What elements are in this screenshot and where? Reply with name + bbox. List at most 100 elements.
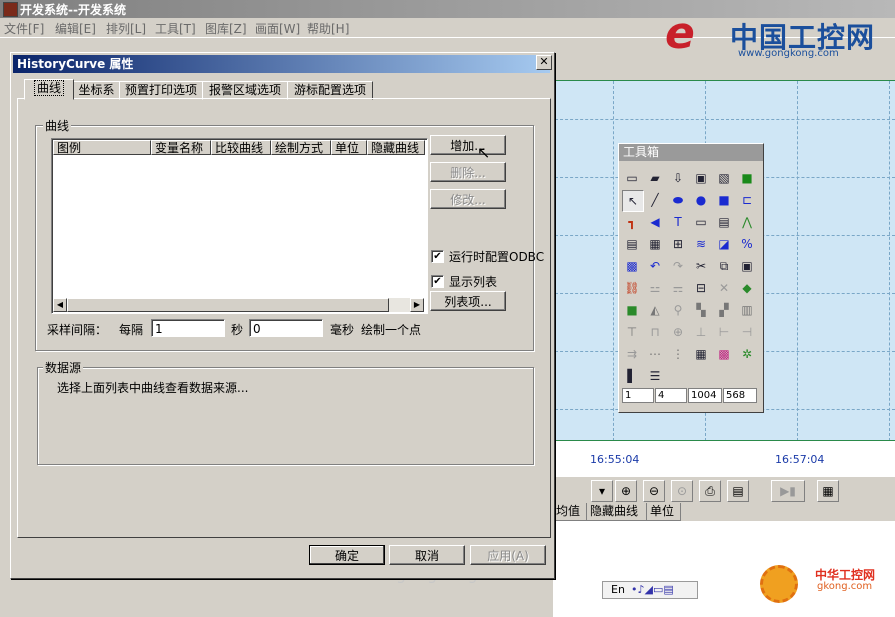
align-icon[interactable]: ⊟ xyxy=(691,278,711,298)
col-legend[interactable]: 图例 xyxy=(53,140,151,155)
dropdown-arrow-icon[interactable]: ▾ xyxy=(591,480,613,502)
mirror-icon[interactable]: ▞ xyxy=(714,300,734,320)
align-right-icon[interactable]: ⊣ xyxy=(737,322,757,342)
menu-help[interactable]: 帮助[H] xyxy=(307,20,349,37)
align-center-icon[interactable]: ⊕ xyxy=(668,322,688,342)
v-dots-icon[interactable]: ⋮ xyxy=(668,344,688,364)
tab-curve[interactable]: 曲线 xyxy=(24,79,74,100)
menu-library[interactable]: 图库[Z] xyxy=(205,20,247,37)
sampling-ms-input[interactable]: 0 xyxy=(249,319,323,337)
toolbox-field-height[interactable]: 568 xyxy=(723,388,757,403)
col-variable-name[interactable]: 变量名称 xyxy=(151,140,211,155)
front-icon[interactable]: ■ xyxy=(622,300,642,320)
cut-icon[interactable]: ✂ xyxy=(691,256,711,276)
toolbox-field-width[interactable]: 1004 xyxy=(688,388,722,403)
line-icon[interactable]: ╱ xyxy=(645,190,665,210)
color-grid-icon[interactable]: ▩ xyxy=(714,344,734,364)
menu-file[interactable]: 文件[F] xyxy=(4,20,44,37)
ime-toolbar[interactable]: En •♪◢▭▤ xyxy=(602,581,698,599)
delete-button[interactable]: 删除... xyxy=(430,162,506,182)
save-icon[interactable]: ▣ xyxy=(691,168,711,188)
pipe-icon[interactable]: ┓ xyxy=(622,212,642,232)
menu-tools[interactable]: 工具[T] xyxy=(155,20,196,37)
circle-icon[interactable]: ● xyxy=(691,190,711,210)
zoom-reset-icon[interactable]: ⊙ xyxy=(671,480,693,502)
zoom-in-icon[interactable]: ⊕ xyxy=(615,480,637,502)
report-icon[interactable]: ■ xyxy=(737,168,757,188)
image-icon[interactable]: ▧ xyxy=(714,168,734,188)
ok-button[interactable]: 确定 xyxy=(309,545,385,565)
same-width-icon[interactable]: ⇉ xyxy=(622,344,642,364)
meter-icon[interactable]: ▤ xyxy=(714,212,734,232)
back-icon[interactable]: ◭ xyxy=(645,300,665,320)
h-dots-icon[interactable]: ⋯ xyxy=(645,344,665,364)
polyline-icon[interactable]: ⊏ xyxy=(737,190,757,210)
align-top-icon[interactable]: ⊤ xyxy=(622,322,642,342)
redo-icon[interactable]: ↷ xyxy=(668,256,688,276)
print-icon[interactable]: ⎙ xyxy=(699,480,721,502)
distribute-icon[interactable]: ✕ xyxy=(714,278,734,298)
ungroup-icon[interactable]: ⚍ xyxy=(645,278,665,298)
undo-icon[interactable]: ↶ xyxy=(645,256,665,276)
modify-button[interactable]: 修改... xyxy=(430,189,506,209)
new-file-icon[interactable]: ▭ xyxy=(622,168,642,188)
scroll-left-icon[interactable]: ◀ xyxy=(53,298,67,312)
rectangle-icon[interactable]: ■ xyxy=(714,190,734,210)
horizontal-scrollbar[interactable]: ◀ ▶ xyxy=(53,298,424,312)
trend-icon[interactable]: ⋀ xyxy=(737,212,757,232)
copy-icon[interactable]: ⧉ xyxy=(714,256,734,276)
text-icon[interactable]: T xyxy=(668,212,688,232)
flip-icon[interactable]: ▚ xyxy=(691,300,711,320)
paste-icon[interactable]: ▣ xyxy=(737,256,757,276)
bars-icon[interactable]: ▥ xyxy=(737,300,757,320)
align-middle-icon[interactable]: ⊥ xyxy=(691,322,711,342)
scroll-thumb[interactable] xyxy=(67,298,389,312)
merge-icon[interactable]: ⚎ xyxy=(668,278,688,298)
group-icon[interactable]: ⛓ xyxy=(622,278,642,298)
document-icon[interactable]: ▤ xyxy=(622,234,642,254)
import-icon[interactable]: ⇩ xyxy=(668,168,688,188)
col-compare-curve[interactable]: 比较曲线 xyxy=(211,140,271,155)
wave-icon[interactable]: ≋ xyxy=(691,234,711,254)
apply-button[interactable]: 应用(A) xyxy=(470,545,546,565)
toolbox-field-x[interactable]: 1 xyxy=(622,388,654,403)
menu-screen[interactable]: 画面[W] xyxy=(255,20,300,37)
menu-arrange[interactable]: 排列[L] xyxy=(106,20,146,37)
menu-edit[interactable]: 编辑[E] xyxy=(55,20,96,37)
pointer-icon[interactable]: ↖ xyxy=(622,190,644,212)
add-button[interactable]: 增加... xyxy=(430,135,506,155)
chart-icon[interactable]: ◪ xyxy=(714,234,734,254)
show-list-checkbox[interactable]: ✔ xyxy=(431,275,444,288)
button-shape-icon[interactable]: ▭ xyxy=(691,212,711,232)
arc-icon[interactable]: ◀ xyxy=(645,212,665,232)
list-items-button[interactable]: 列表项... xyxy=(430,291,506,311)
rotate-icon[interactable]: ⚲ xyxy=(668,300,688,320)
fill-icon[interactable]: ◆ xyxy=(737,278,757,298)
curve-list[interactable]: 图例 变量名称 比较曲线 绘制方式 单位 隐藏曲线 ◀ ▶ xyxy=(51,138,428,314)
align-bottom-icon[interactable]: ⊓ xyxy=(645,322,665,342)
play-pause-icon[interactable]: ▶▮ xyxy=(771,480,805,502)
symbol-icon[interactable]: ▦ xyxy=(645,234,665,254)
grid-icon[interactable]: ⊞ xyxy=(668,234,688,254)
col-unit[interactable]: 单位 xyxy=(331,140,367,155)
layer-icon[interactable]: ▌ xyxy=(622,366,642,386)
grid-toggle-icon[interactable]: ▦ xyxy=(691,344,711,364)
col-hide-curve[interactable]: 隐藏曲线 xyxy=(367,140,425,155)
color-picker-icon[interactable]: ✲ xyxy=(737,344,757,364)
close-icon[interactable]: ✕ xyxy=(536,55,552,70)
lines-icon[interactable]: ☰ xyxy=(645,366,665,386)
open-folder-icon[interactable]: ▰ xyxy=(645,168,665,188)
align-left-icon[interactable]: ⊢ xyxy=(714,322,734,342)
runtime-odbc-checkbox[interactable]: ✔ xyxy=(431,250,444,263)
settings-sheet-icon[interactable]: ▦ xyxy=(817,480,839,502)
export-icon[interactable]: ▤ xyxy=(727,480,749,502)
toolbox-field-y[interactable]: 4 xyxy=(655,388,687,403)
ime-language[interactable]: En xyxy=(611,583,625,596)
ellipse-flat-icon[interactable]: ⬬ xyxy=(668,190,688,210)
palette-icon[interactable]: ▩ xyxy=(622,256,642,276)
toolbox-title[interactable]: 工具箱 xyxy=(619,144,763,161)
ime-mode-icon[interactable]: •♪◢▭▤ xyxy=(631,583,674,596)
percent-icon[interactable]: % xyxy=(737,234,757,254)
scroll-right-icon[interactable]: ▶ xyxy=(410,298,424,312)
cancel-button[interactable]: 取消 xyxy=(389,545,465,565)
